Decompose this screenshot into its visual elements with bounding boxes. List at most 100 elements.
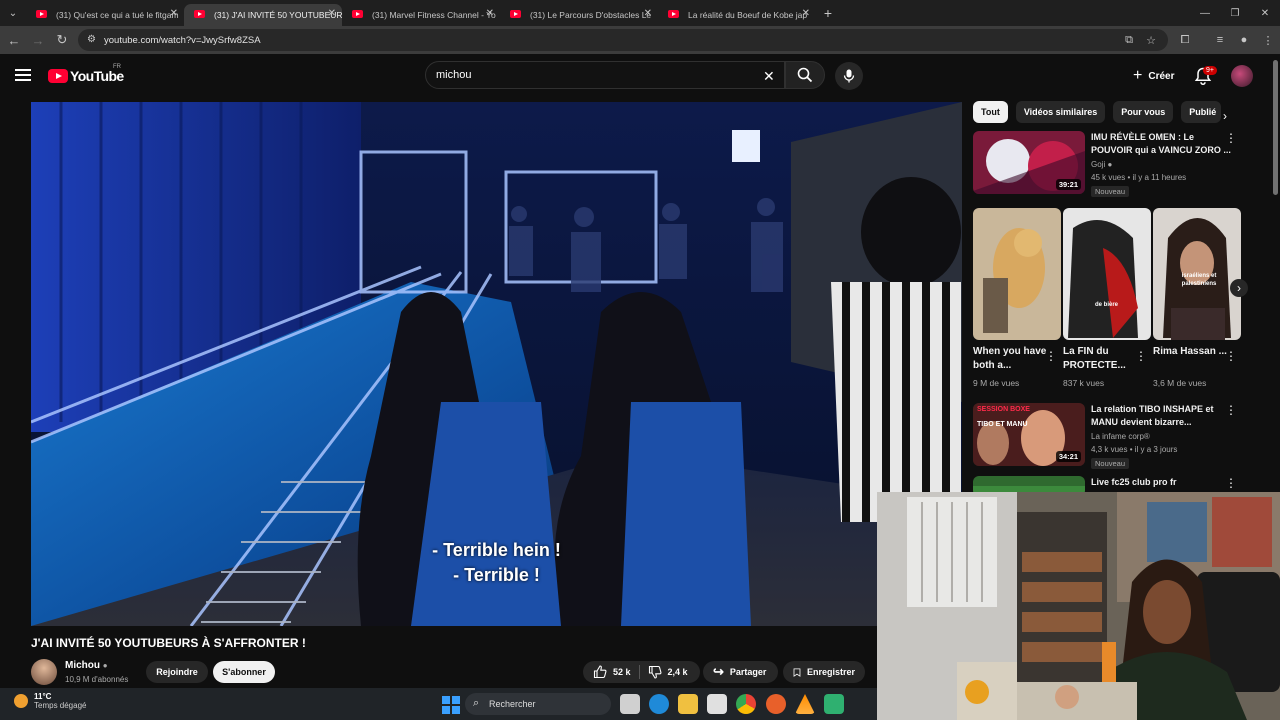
account-avatar[interactable] xyxy=(1231,65,1253,87)
windows-start-icon[interactable] xyxy=(440,694,460,714)
address-bar[interactable]: ⚙ youtube.com/watch?v=JwySrfw8ZSA xyxy=(78,29,1168,51)
firefox-icon[interactable] xyxy=(766,694,786,714)
voice-search-button[interactable] xyxy=(835,62,863,90)
rec-meta: 45 k vues • il y a 11 heures xyxy=(1091,173,1187,182)
channel-avatar[interactable] xyxy=(31,659,57,685)
rec-title: Live fc25 club pro fr xyxy=(1091,477,1177,487)
restore-icon[interactable]: ❐ xyxy=(1220,0,1250,26)
join-button[interactable]: Rejoindre xyxy=(146,661,208,683)
start-tile xyxy=(452,706,460,714)
weather-temperature: 11°C xyxy=(34,692,52,701)
chrome-icon[interactable] xyxy=(736,694,756,714)
plus-icon: + xyxy=(1133,67,1143,84)
browser-tab[interactable]: (31) Qu'est ce qui a tué le fitgam ✕ xyxy=(26,4,184,26)
tab-title: (31) Marvel Fitness Channel - Yo xyxy=(372,10,496,20)
like-button[interactable]: 52 k xyxy=(593,665,631,679)
duration-badge: 34:21 xyxy=(1055,451,1081,462)
chip-similar[interactable]: Vidéos similaires xyxy=(1015,101,1106,123)
close-tab-icon[interactable]: ✕ xyxy=(170,8,178,19)
share-arrow-icon: ↪ xyxy=(713,664,724,679)
page-scrollbar[interactable] xyxy=(1273,60,1278,195)
shorts-next-arrow-icon[interactable]: › xyxy=(1230,279,1248,297)
start-tile xyxy=(452,696,460,704)
extensions-icon[interactable]: ⧠ xyxy=(1175,30,1195,50)
chip-all[interactable]: Tout xyxy=(973,101,1008,123)
close-window-icon[interactable]: ✕ xyxy=(1250,0,1280,26)
rec-channel: Goji ● xyxy=(1091,160,1112,169)
short-thumbnail[interactable]: de bière xyxy=(1063,208,1151,340)
save-button[interactable]: Enregistrer xyxy=(783,661,865,683)
recommendation-item[interactable]: SESSION BOXE TIBO ET MANU 34:21 La relat… xyxy=(973,403,1243,469)
more-options-icon[interactable]: ⋮ xyxy=(1225,349,1237,363)
chip-for-you[interactable]: Pour vous xyxy=(1113,101,1174,123)
channel-name[interactable]: Michou ● xyxy=(65,660,108,671)
create-button[interactable]: + Créer xyxy=(1125,62,1186,90)
youtube-logo[interactable]: YouTube FR xyxy=(48,64,124,84)
forward-icon[interactable]: → xyxy=(26,28,50,52)
browser-tab[interactable]: (31) Marvel Fitness Channel - Yo ✕ xyxy=(342,4,500,26)
close-tab-icon[interactable]: ✕ xyxy=(486,8,494,19)
app-icon[interactable] xyxy=(824,694,844,714)
more-options-icon[interactable]: ⋮ xyxy=(1225,403,1237,417)
share-button[interactable]: ↪ Partager xyxy=(703,661,778,683)
task-view-icon[interactable] xyxy=(620,694,640,714)
video-thumbnail: SESSION BOXE TIBO ET MANU 34:21 xyxy=(973,403,1085,466)
back-icon[interactable]: ← xyxy=(2,28,26,52)
search-input[interactable]: michou xyxy=(425,61,785,89)
new-tab-button[interactable]: + xyxy=(816,5,840,21)
chips-next-arrow-icon[interactable]: › xyxy=(1216,107,1234,125)
create-label: Créer xyxy=(1148,70,1175,82)
media-icon[interactable]: ≡ xyxy=(1210,30,1230,50)
edge-icon[interactable] xyxy=(649,694,669,714)
like-dislike-group: 52 k 2,4 k xyxy=(583,661,700,683)
menu-dots-icon[interactable]: ⋮ xyxy=(1258,30,1278,50)
new-badge: Nouveau xyxy=(1091,186,1130,197)
taskbar-search[interactable]: ⌕ Rechercher xyxy=(465,693,611,715)
webcam-image xyxy=(877,492,1280,720)
browser-tab-active[interactable]: (31) J'AI INVITÉ 50 YOUTUBEURS ✕ xyxy=(184,4,342,26)
close-tab-icon[interactable]: ✕ xyxy=(328,8,336,19)
short-views: 9 M de vues xyxy=(973,378,1020,388)
close-tab-icon[interactable]: ✕ xyxy=(644,8,652,19)
install-app-icon[interactable]: ⧉ xyxy=(1119,30,1139,50)
weather-widget[interactable]: 11°C Temps dégagé xyxy=(14,692,86,710)
microphone-icon xyxy=(843,69,855,83)
site-info-icon[interactable]: ⚙ xyxy=(87,34,96,45)
duration-badge: 39:21 xyxy=(1055,179,1081,190)
reload-icon[interactable]: ↻ xyxy=(50,28,74,52)
guide-menu-icon[interactable] xyxy=(15,69,31,81)
bookmark-star-icon[interactable]: ☆ xyxy=(1141,30,1161,50)
more-options-icon[interactable]: ⋮ xyxy=(1135,349,1147,363)
verified-icon: ● xyxy=(1107,160,1113,169)
youtube-favicon-icon xyxy=(36,10,47,18)
clear-search-icon[interactable]: ✕ xyxy=(763,68,775,85)
subscribe-button[interactable]: S'abonner xyxy=(213,661,275,683)
browser-tab[interactable]: (31) Le Parcours D'obstacles Le ✕ xyxy=(500,4,658,26)
video-thumbnail: 39:21 xyxy=(973,131,1085,194)
recommendation-item[interactable]: 39:21 IMU RÉVÈLE OMEN : Le POUVOIR qui a… xyxy=(973,131,1243,197)
profile-icon[interactable]: ● xyxy=(1234,30,1254,50)
search-button[interactable] xyxy=(785,61,825,89)
file-explorer-icon[interactable] xyxy=(678,694,698,714)
more-options-icon[interactable]: ⋮ xyxy=(1225,131,1237,145)
video-player[interactable]: - Terrible hein ! - Terrible ! xyxy=(31,102,962,626)
rec-channel: La infame corp® xyxy=(1091,432,1150,441)
more-options-icon[interactable]: ⋮ xyxy=(1045,349,1057,363)
store-icon[interactable] xyxy=(707,694,727,714)
vlc-icon[interactable] xyxy=(795,694,815,714)
tab-search-icon[interactable]: ⌄ xyxy=(0,0,26,26)
youtube-play-icon xyxy=(48,69,68,83)
more-options-icon[interactable]: ⋮ xyxy=(1225,476,1237,490)
minimize-icon[interactable]: — xyxy=(1190,0,1220,26)
short-thumbnail[interactable]: israéliens et palestiniens xyxy=(1153,208,1241,340)
search-value: michou xyxy=(436,69,472,81)
close-tab-icon[interactable]: ✕ xyxy=(802,8,810,19)
youtube-favicon-icon xyxy=(194,10,205,18)
save-bookmark-icon xyxy=(793,667,801,677)
youtube-header: YouTube FR michou ✕ + Créer xyxy=(0,54,1280,98)
short-thumbnail[interactable] xyxy=(973,208,1061,340)
subscriber-count: 10,9 M d'abonnés xyxy=(65,675,129,684)
taskbar-search-placeholder: Rechercher xyxy=(489,699,536,709)
browser-tab[interactable]: La réalité du Boeuf de Kobe jap ✕ xyxy=(658,4,816,26)
dislike-button[interactable]: 2,4 k xyxy=(648,665,688,679)
